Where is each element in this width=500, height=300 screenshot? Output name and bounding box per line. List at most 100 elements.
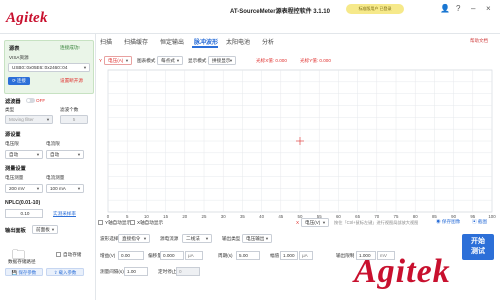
filter-toggle[interactable] [26,98,35,103]
x-tick-label: 25 [202,214,207,219]
v-limit-select[interactable]: 自动 ▼ [5,150,43,159]
nplc-input[interactable]: 0.10 [5,209,43,218]
save-icon: 💾 [11,270,19,275]
x-tick-label: 40 [259,214,264,219]
measure-settings-label: 测量设置 [5,166,26,172]
settings-sidebar: 源表 连接成功! VISA资源 USB0::0x05E6::0x2460::04… [0,34,96,300]
device-panel: 源表 连接成功! VISA资源 USB0::0x05E6::0x2460::04… [4,40,94,94]
period-label: 周期(s) [218,253,233,258]
amplitude-input[interactable]: 1.000 [280,251,298,260]
connect-button[interactable]: ⟳ 连接 [8,77,30,85]
scan-mode-select[interactable]: 二线法 ▼ [182,234,212,243]
x-tick-label: 30 [221,214,226,219]
start-button-label-line: 测试 [471,248,485,255]
x-tick-label: 80 [413,214,418,219]
v-range-select[interactable]: 200 mV ▼ [5,184,43,193]
output-panel-select[interactable]: 前面板 ▼ [32,225,58,234]
x-tick-label: 70 [374,214,379,219]
amplitude-unit-select[interactable]: μA [299,251,313,260]
auto-save-checkbox[interactable] [56,252,61,257]
i-limit-select[interactable]: 自动 ▼ [46,150,84,159]
x-tick-label: 10 [144,214,149,219]
x-auto-label: X轴自动显示 [137,220,164,225]
tab-solar-cell[interactable]: 太阳电池 [226,37,250,46]
save-image-button[interactable]: ◉ 保存图像 [436,219,460,225]
filter-type-select[interactable]: Moving filter ▼ [5,115,53,124]
output-panel-label: 输出面板 [5,228,26,234]
timed-stop-label: 定时停止 [158,269,177,274]
i-range-select[interactable]: 100 mA ▼ [46,184,84,193]
close-icon[interactable]: × [486,4,491,14]
x-tick-label: 75 [394,214,399,219]
filter-toggle-label: OFF [36,98,46,103]
x-tick-label: 65 [355,214,360,219]
x-axis-label: X [296,220,300,225]
filter-count-input[interactable]: 5 [60,115,88,124]
x-tick-label: 100 [488,214,496,219]
x-tick-label: 20 [182,214,187,219]
amplitude-label: 幅值 [270,253,280,258]
sample-rate-link[interactable]: 实测采样率 [53,211,76,217]
connect-status: 连接成功! [60,45,80,50]
device-label: 源表 [9,46,20,52]
i-range-label: 电流测量 [46,175,65,180]
v-limit-label: 电压限 [5,141,19,146]
nplc-label: NPLC(0.01-10) [5,200,41,206]
app-logo: Agitek [6,10,48,26]
offset-input[interactable]: 0.000 [160,251,184,260]
tab-scan[interactable]: 扫描 [100,37,112,46]
y-axis-label: Y [99,58,103,63]
tab-analysis[interactable]: 分析 [262,37,274,46]
tab-scan-cache[interactable]: 扫描缓存 [124,37,148,46]
tab-constant-output[interactable]: 恒定输出 [160,37,184,46]
disconnect-link[interactable]: 设置断开源 [60,78,83,84]
x-auto-checkbox[interactable] [130,220,135,225]
x-axis-select[interactable]: 电压(V) ▼ [301,218,329,227]
tab-pulse-waveform[interactable]: 脉冲波形 [194,37,218,46]
measure-interval-input[interactable]: 1.00 [124,267,148,276]
brand-watermark-logo: Agitek [354,253,451,290]
output-limit-label: 输出限制 [336,253,355,258]
x-tick-label: 60 [336,214,341,219]
scan-mode-label: 源电流源 [160,236,179,241]
help-doc-link[interactable]: 帮助文档 [470,38,488,44]
waveform-chart[interactable]: 0 5 10 15 20 25 30 35 40 45 50 55 60 65 70 75 80 85 90 95 10… [96,64,496,224]
user-notice-badge[interactable]: 标准版用户 已登录 [346,4,404,14]
title-bar: Agitek AT-SourceMeter源表程控软件 3.1.10 标准版用户… [0,0,500,34]
output-type-label: 输出类型 [222,236,241,241]
filter-label: 滤波器 [5,99,21,105]
period-input[interactable]: 5.00 [236,251,260,260]
save-params-button[interactable]: 💾 保存参数 [5,268,43,276]
filter-type-label: 类型 [5,107,15,112]
y-auto-label: Y轴自动显示 [105,220,132,225]
visa-resource-select[interactable]: USB0::0x05E6::0x2460::04 ▼ [8,63,90,72]
data-save-path-label: 数据存储路径 [8,259,36,264]
load-params-button[interactable]: ⇪ 载入参数 [46,268,84,276]
waveform-label: 波形选择 [100,236,119,241]
filter-count-label: 滤波个数 [60,107,79,112]
y-auto-checkbox[interactable] [98,220,103,225]
gain-label: 增益(V) [100,253,116,258]
offset-unit-select[interactable]: μA [185,251,203,260]
measure-interval-label: 测量间隔(s) [100,269,124,274]
screenshot-button[interactable]: ▣ 截图 [472,219,487,225]
app-title: AT-SourceMeter源表程控软件 3.1.10 [230,9,330,15]
v-range-label: 电压测量 [5,175,24,180]
source-settings-label: 源设置 [5,132,21,138]
x-tick-label: 5 [126,214,129,219]
x-tick-label: 0 [107,214,110,219]
help-icon[interactable]: ? [456,4,460,14]
active-tab-indicator [192,46,218,48]
minimize-icon[interactable]: – [471,4,475,14]
user-icon[interactable]: 👤 [440,4,450,14]
start-test-button[interactable]: 开始 测试 [462,234,494,260]
timed-stop-input[interactable]: 0 [176,267,200,276]
x-tick-label: 35 [240,214,245,219]
output-type-select[interactable]: 电压输出 ▼ [242,234,272,243]
x-tick-label: 15 [163,214,168,219]
visa-label: VISA资源 [9,55,29,60]
waveform-select[interactable]: 直接指令 ▼ [118,234,150,243]
zoom-hint: 按住「Ctrl+鼠标左键」进行视图局部放大视图 [334,220,419,225]
start-button-label-line: 开始 [471,238,485,245]
gain-input[interactable]: 0.00 [118,251,144,260]
